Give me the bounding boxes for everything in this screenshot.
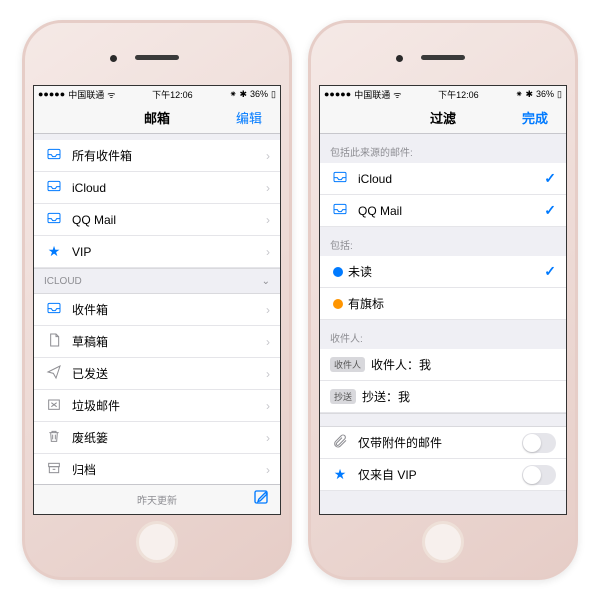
mailbox-qqmail[interactable]: QQ Mail ›	[34, 204, 280, 236]
section-header-include: 包括:	[320, 227, 566, 256]
battery: 36%	[536, 89, 554, 99]
navbar: 过滤 完成	[320, 102, 566, 134]
inbox-all-icon	[44, 146, 64, 165]
to-pill-icon: 收件人	[330, 357, 365, 372]
star-icon: ★	[44, 243, 64, 260]
updated-label: 昨天更新	[137, 492, 177, 507]
switch-attachments[interactable]	[522, 433, 556, 453]
draft-icon	[44, 332, 64, 351]
folder-label: 归档	[72, 461, 266, 478]
toggle-label: 仅带附件的邮件	[358, 434, 522, 451]
include-flagged[interactable]: 有旗标	[320, 288, 566, 320]
chevron-right-icon: ›	[266, 245, 270, 259]
orange-dot-icon	[333, 299, 343, 309]
status-time: 下午12:06	[152, 88, 193, 101]
archive-icon	[44, 460, 64, 479]
source-label: iCloud	[358, 172, 544, 186]
chevron-right-icon: ›	[266, 431, 270, 445]
checkmark-icon: ✓	[544, 263, 556, 280]
blue-dot-icon	[333, 267, 343, 277]
cc-to-me[interactable]: 抄送 抄送：我	[320, 381, 566, 413]
sent-icon	[44, 364, 64, 383]
inbox-icon	[44, 178, 64, 197]
battery: 36%	[250, 89, 268, 99]
source-icloud[interactable]: iCloud ✓	[320, 163, 566, 195]
chevron-right-icon: ›	[266, 335, 270, 349]
edit-button[interactable]: 编辑	[236, 108, 272, 127]
carrier: 中国联通	[68, 88, 104, 101]
folder-drafts[interactable]: 草稿箱›	[34, 326, 280, 358]
chevron-right-icon: ›	[266, 463, 270, 477]
chevron-right-icon: ›	[266, 303, 270, 317]
chevron-down-icon: ⌄	[262, 276, 270, 287]
mailbox-icloud[interactable]: iCloud ›	[34, 172, 280, 204]
section-icloud-header[interactable]: ICLOUD ⌄	[34, 268, 280, 294]
status-bar: ●●●●● 中国联通 ᯤ 下午12:06 ⁕ ✱ 36% ▯	[34, 86, 280, 102]
trash-icon	[44, 428, 64, 447]
toggle-vip-only[interactable]: ★ 仅来自 VIP	[320, 459, 566, 491]
phone-left: ●●●●● 中国联通 ᯤ 下午12:06 ⁕ ✱ 36% ▯ 邮箱 编辑 所有收…	[22, 20, 292, 580]
include-unread[interactable]: 未读 ✓	[320, 256, 566, 288]
checkmark-icon: ✓	[544, 202, 556, 219]
inbox-icon	[330, 169, 350, 188]
section-label: ICLOUD	[44, 276, 82, 287]
inbox-icon	[44, 300, 64, 319]
inbox-icon	[330, 201, 350, 220]
phone-right: ●●●●● 中国联通 ᯤ 下午12:06 ⁕ ✱ 36% ▯ 过滤 完成 包括此…	[308, 20, 578, 580]
folder-label: 废纸篓	[72, 429, 266, 446]
source-label: QQ Mail	[358, 204, 544, 218]
folder-archive[interactable]: 归档›	[34, 454, 280, 484]
filter-list[interactable]: 包括此来源的邮件: iCloud ✓ QQ Mail ✓ 包括: 未读 ✓ 有旗…	[320, 134, 566, 514]
addressed-to-me[interactable]: 收件人 收件人：我	[320, 349, 566, 381]
to-label: 抄送：我	[362, 388, 556, 405]
status-time: 下午12:06	[438, 88, 479, 101]
star-icon: ★	[330, 466, 350, 483]
chevron-right-icon: ›	[266, 399, 270, 413]
status-bar: ●●●●● 中国联通 ᯤ 下午12:06 ⁕ ✱ 36% ▯	[320, 86, 566, 102]
chevron-right-icon: ›	[266, 181, 270, 195]
carrier: 中国联通	[354, 88, 390, 101]
to-label: 收件人：我	[371, 356, 556, 373]
folder-label: 垃圾邮件	[72, 397, 266, 414]
include-label: 有旗标	[348, 295, 556, 312]
chevron-right-icon: ›	[266, 367, 270, 381]
inbox-icon	[44, 210, 64, 229]
mailbox-vip[interactable]: ★ VIP ›	[34, 236, 280, 268]
folder-sent[interactable]: 已发送›	[34, 358, 280, 390]
switch-vip[interactable]	[522, 465, 556, 485]
toolbar: 昨天更新	[34, 484, 280, 514]
folder-junk[interactable]: 垃圾邮件›	[34, 390, 280, 422]
folder-inbox[interactable]: 收件箱›	[34, 294, 280, 326]
toggle-attachments-only[interactable]: 仅带附件的邮件	[320, 427, 566, 459]
mailbox-label: QQ Mail	[72, 213, 266, 227]
mailbox-label: iCloud	[72, 181, 266, 195]
source-qqmail[interactable]: QQ Mail ✓	[320, 195, 566, 227]
junk-icon	[44, 396, 64, 415]
mailbox-list[interactable]: 所有收件箱 › iCloud › QQ Mail › ★ VIP › ICLOU…	[34, 134, 280, 484]
chevron-right-icon: ›	[266, 149, 270, 163]
mailbox-label: VIP	[72, 245, 266, 259]
page-title: 邮箱	[144, 108, 170, 127]
page-title: 过滤	[430, 108, 456, 127]
chevron-right-icon: ›	[266, 213, 270, 227]
done-button[interactable]: 完成	[522, 108, 558, 127]
toggle-label: 仅来自 VIP	[358, 466, 522, 483]
include-label: 未读	[348, 263, 544, 280]
checkmark-icon: ✓	[544, 170, 556, 187]
navbar: 邮箱 编辑	[34, 102, 280, 134]
screen-mailboxes: ●●●●● 中国联通 ᯤ 下午12:06 ⁕ ✱ 36% ▯ 邮箱 编辑 所有收…	[33, 85, 281, 515]
folder-label: 草稿箱	[72, 333, 266, 350]
compose-button[interactable]	[252, 488, 270, 511]
mailbox-all-inboxes[interactable]: 所有收件箱 ›	[34, 140, 280, 172]
section-header-addressee: 收件人:	[320, 320, 566, 349]
section-header-sources: 包括此来源的邮件:	[320, 134, 566, 163]
paperclip-icon	[330, 433, 350, 452]
screen-filter: ●●●●● 中国联通 ᯤ 下午12:06 ⁕ ✱ 36% ▯ 过滤 完成 包括此…	[319, 85, 567, 515]
folder-label: 收件箱	[72, 301, 266, 318]
folder-label: 已发送	[72, 365, 266, 382]
mailbox-label: 所有收件箱	[72, 147, 266, 164]
folder-trash[interactable]: 废纸篓›	[34, 422, 280, 454]
cc-pill-icon: 抄送	[330, 389, 356, 404]
